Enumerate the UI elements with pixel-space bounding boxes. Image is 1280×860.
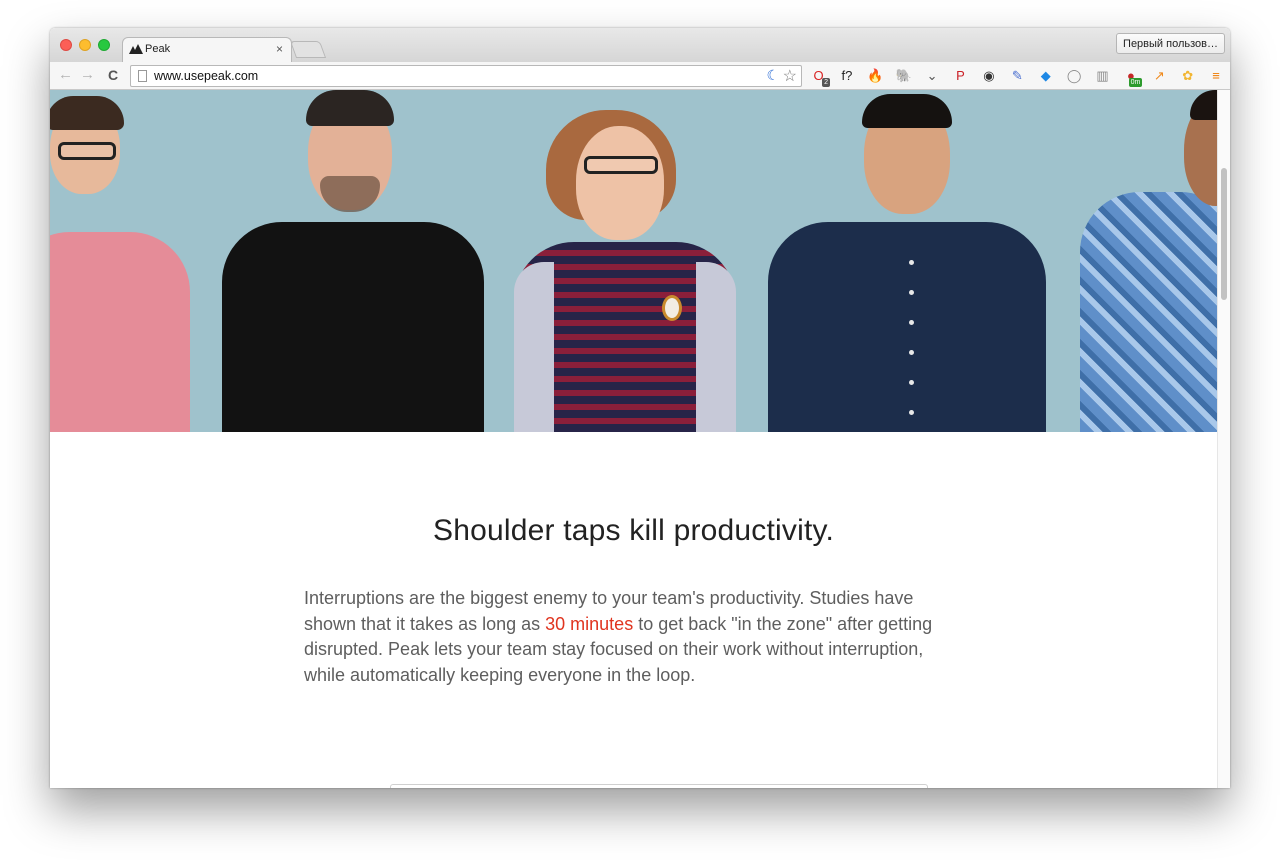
close-window-button[interactable]: [60, 39, 72, 51]
eyedropper-icon[interactable]: ✎: [1009, 67, 1026, 84]
tab-title: Peak: [145, 43, 171, 55]
hero-team-photo: [50, 90, 1217, 432]
tab-peak[interactable]: Peak ×: [122, 37, 292, 63]
opera-icon[interactable]: O2: [810, 67, 830, 87]
profile-button[interactable]: Первый пользов…: [1116, 33, 1225, 54]
new-tab-button[interactable]: [289, 41, 327, 58]
section-intro-paragraph: Interruptions are the biggest enemy to y…: [304, 586, 964, 689]
fire-icon[interactable]: 🔥: [867, 67, 884, 84]
section-headline: Shoulder taps kill productivity.: [432, 514, 835, 547]
circle-icon[interactable]: ◯: [1066, 67, 1083, 84]
diamond-icon[interactable]: ◆: [1037, 67, 1054, 84]
team-member-photo: [768, 90, 1046, 432]
timer-icon[interactable]: ● 0m: [1122, 67, 1143, 87]
evernote-icon[interactable]: 🐘: [895, 67, 912, 84]
tab-close-icon[interactable]: ×: [276, 42, 283, 56]
address-bar[interactable]: www.usepeak.com ☾ ☆: [130, 65, 802, 87]
url-text[interactable]: www.usepeak.com: [154, 69, 258, 83]
flower-icon[interactable]: ✿: [1179, 67, 1196, 84]
scrollbar-thumb[interactable]: [1221, 168, 1227, 300]
peak-logo-icon: [129, 44, 143, 54]
reload-button[interactable]: C: [108, 67, 118, 83]
next-section-card: [390, 784, 928, 788]
extension-badge: 0m: [1128, 78, 1143, 87]
title-bar: Peak × Первый пользов…: [50, 28, 1230, 63]
toolbar: ← → C www.usepeak.com ☾ ☆ O 2 f? 🔥 🐘 ⌄ P ◉ ✎ ◆ ◯ ▥ ●…: [50, 62, 1230, 90]
font-identifier-icon[interactable]: f?: [838, 67, 855, 84]
reader-icon[interactable]: ▥: [1094, 67, 1111, 84]
pocket-icon[interactable]: ⌄: [924, 67, 941, 84]
forward-button[interactable]: →: [80, 67, 95, 83]
back-button[interactable]: ←: [58, 67, 73, 83]
browser-window: Peak × Первый пользов… ← → C www.usepeak…: [50, 28, 1230, 788]
maximize-window-button[interactable]: [98, 39, 110, 51]
minimize-window-button[interactable]: [79, 39, 91, 51]
page-viewport: Shoulder taps kill productivity. Interru…: [50, 90, 1217, 788]
thirty-minutes-link[interactable]: 30 minutes: [545, 614, 633, 634]
moon-extension-icon[interactable]: ☾: [766, 67, 779, 84]
team-member-photo: [1080, 90, 1217, 432]
brooch: [662, 295, 682, 321]
page-scrollbar[interactable]: [1217, 90, 1230, 788]
menu-icon[interactable]: ≡: [1208, 67, 1225, 84]
team-member-photo: [222, 90, 484, 432]
camera-icon[interactable]: ◉: [980, 67, 997, 84]
bookmark-star-icon[interactable]: ☆: [783, 66, 797, 86]
pinterest-icon[interactable]: P: [952, 67, 969, 84]
team-member-photo: [514, 90, 736, 432]
team-member-photo: [50, 90, 190, 432]
analytics-icon[interactable]: ↗: [1151, 67, 1168, 84]
page-icon: [138, 70, 147, 82]
extension-badge: 2: [822, 78, 830, 87]
